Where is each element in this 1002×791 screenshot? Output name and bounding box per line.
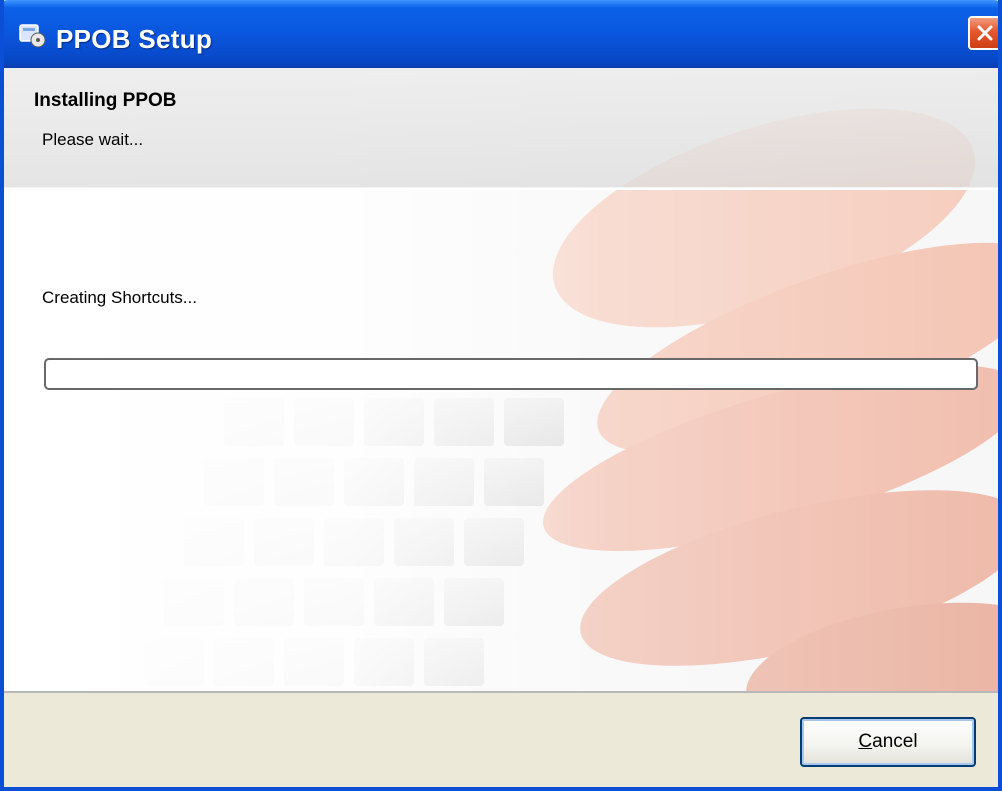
content-area: Installing PPOB Please wait... Creating … xyxy=(4,68,998,691)
cancel-mnemonic: C xyxy=(858,731,873,752)
header-divider xyxy=(4,188,998,190)
close-button[interactable] xyxy=(968,16,998,50)
close-icon xyxy=(977,25,993,41)
installer-icon xyxy=(19,24,46,48)
header-band: Installing PPOB Please wait... xyxy=(4,68,998,188)
window-title: PPOB Setup xyxy=(56,24,213,54)
cancel-button[interactable]: Cancel xyxy=(800,717,976,767)
button-bar: Cancel xyxy=(4,691,998,787)
cancel-label: ancel xyxy=(872,731,918,752)
step-title: Installing PPOB xyxy=(34,90,177,111)
progress-bar xyxy=(44,358,978,390)
title-bar[interactable]: PPOB Setup xyxy=(4,0,998,68)
setup-window: PPOB Setup Installing PPOB Please wait..… xyxy=(0,0,1002,791)
status-text: Creating Shortcuts... xyxy=(42,288,197,307)
step-subtitle: Please wait... xyxy=(42,130,144,149)
